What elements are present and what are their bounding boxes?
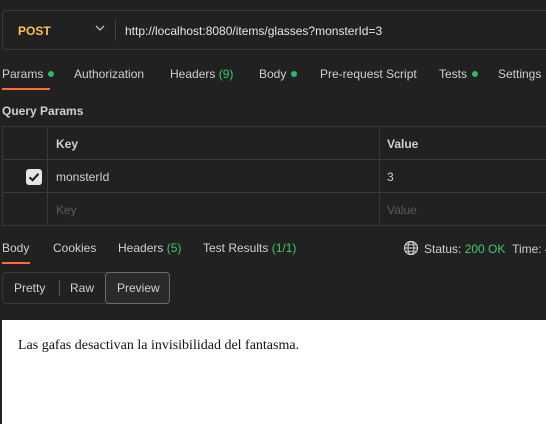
new-param-key-input[interactable]: Key [56, 203, 77, 217]
tab-headers[interactable]: Headers (9) [170, 67, 233, 81]
response-tab-body[interactable]: Body [2, 241, 29, 255]
url-input[interactable]: http://localhost:8080/items/glasses?mons… [125, 24, 382, 38]
response-status: Status: 200 OK Time: 4 [403, 240, 546, 258]
table-border [2, 126, 546, 127]
active-tab-indicator [2, 88, 50, 90]
column-header-value: Value [387, 137, 419, 151]
tab-tests[interactable]: Tests [439, 67, 479, 81]
table-border [379, 126, 380, 226]
active-dot-icon [291, 70, 298, 77]
param-enabled-checkbox[interactable] [26, 169, 42, 185]
preview-button[interactable]: Preview [117, 281, 160, 295]
response-preview-pane [2, 320, 546, 424]
globe-icon[interactable] [403, 240, 419, 256]
response-preview-text: Las gafas desactivan la invisibilidad de… [18, 338, 300, 353]
tab-authorization[interactable]: Authorization [74, 67, 144, 81]
new-param-value-input[interactable]: Value [387, 203, 417, 217]
param-key[interactable]: monsterId [56, 170, 109, 184]
query-params-title: Query Params [2, 104, 84, 118]
response-tab-cookies[interactable]: Cookies [53, 241, 96, 255]
tab-settings[interactable]: Settings [498, 67, 541, 81]
pretty-button[interactable]: Pretty [14, 281, 45, 295]
check-icon [28, 173, 40, 182]
method-select[interactable]: POST [18, 24, 51, 38]
status-code[interactable]: 200 OK [465, 242, 506, 256]
table-border [2, 126, 3, 226]
raw-button[interactable]: Raw [70, 281, 94, 295]
url-divider [115, 20, 116, 41]
active-dot-icon [472, 70, 479, 77]
column-header-key: Key [56, 137, 79, 151]
response-tab-test-results[interactable]: Test Results (1/1) [203, 241, 296, 255]
chevron-down-icon[interactable] [95, 23, 105, 33]
table-border [2, 192, 546, 193]
tab-pre-request-script[interactable]: Pre-request Script [320, 67, 417, 81]
active-dot-icon [48, 70, 55, 77]
tab-body[interactable]: Body [259, 67, 298, 81]
table-border [47, 126, 48, 226]
tab-params[interactable]: Params [2, 67, 55, 81]
query-params-table: Key Value monsterId 3 Key Value [2, 126, 546, 226]
active-response-tab-indicator [2, 262, 30, 264]
toggle-divider [59, 280, 60, 296]
table-border [2, 159, 546, 160]
param-value[interactable]: 3 [387, 170, 394, 184]
response-tab-headers[interactable]: Headers (5) [118, 241, 181, 255]
table-border [2, 225, 546, 226]
